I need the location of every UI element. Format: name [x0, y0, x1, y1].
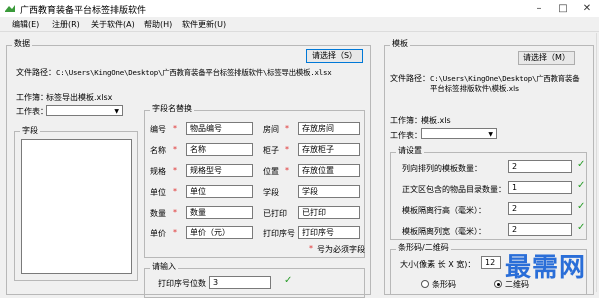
required-star: *	[173, 166, 177, 175]
radio-qrcode[interactable]	[494, 280, 502, 288]
name-label-unit: 单位	[150, 188, 166, 197]
template-path-line2: 平台标签排版软件\模板.xls	[430, 84, 520, 93]
close-icon[interactable]: ✕	[575, 0, 599, 17]
barcode-group-legend: 条形码/二维码	[396, 243, 451, 253]
name-field-unit[interactable]: 单位	[186, 185, 253, 198]
workbook-value: 标签导出模板.xlsx	[46, 93, 113, 102]
chevron-down-icon: ▼	[114, 108, 119, 115]
maximize-icon[interactable]: □	[551, 0, 575, 17]
size-label: 大小(像素 长 X 宽)：	[400, 260, 476, 269]
required-star: *	[173, 145, 177, 154]
menu-update[interactable]: 软件更新(U)	[182, 19, 226, 30]
field-group-legend: 字段	[20, 126, 40, 136]
col-gap-field[interactable]: 2	[508, 223, 572, 236]
name-label-code: 编号	[150, 125, 166, 134]
radio-barcode-label: 条形码	[432, 280, 456, 289]
name-label-name: 名称	[150, 146, 166, 155]
name-label-price: 单价	[150, 229, 166, 238]
check-icon: ✓	[284, 275, 293, 286]
required-note-star: *	[309, 244, 313, 253]
check-icon: ✓	[577, 201, 586, 212]
title-bar: 广西教育装备平台标签排版软件 – □ ✕	[0, 0, 599, 17]
field-listbox[interactable]	[21, 139, 132, 274]
chevron-down-icon: ▼	[488, 131, 493, 138]
template-sheet-label: 工作表：	[390, 131, 422, 140]
menu-help[interactable]: 帮助(H)	[144, 19, 172, 30]
template-workbook-label: 工作簿：	[390, 116, 422, 125]
template-group-legend: 模板	[390, 39, 410, 49]
workbook-label: 工作簿：	[16, 93, 48, 102]
input-group-legend: 请输入	[150, 262, 178, 272]
app-icon	[5, 5, 15, 12]
name-label-qty: 数量	[150, 209, 166, 218]
window-title: 广西教育装备平台标签排版软件	[20, 6, 147, 16]
check-icon: ✓	[577, 159, 586, 170]
size-field[interactable]: 12	[481, 256, 501, 269]
name-field-room[interactable]: 存放房间	[298, 122, 360, 135]
menu-about[interactable]: 关于软件(A)	[91, 19, 135, 30]
name-field-cabinet[interactable]: 存放柜子	[298, 143, 360, 156]
print-digits-label: 打印序号位数	[158, 279, 206, 288]
required-star: *	[285, 166, 289, 175]
select-template-button[interactable]: 请选择（M）	[518, 51, 575, 65]
col-gap-label: 模板隔离列宽（毫米）：	[402, 227, 486, 236]
required-star: *	[173, 187, 177, 196]
required-star: *	[173, 124, 177, 133]
radio-barcode[interactable]	[421, 280, 429, 288]
template-workbook-value: 模板.xls	[421, 116, 451, 125]
required-star: *	[285, 124, 289, 133]
name-label-cabinet: 柜子	[263, 146, 279, 155]
name-field-stage[interactable]: 学段	[298, 185, 360, 198]
name-field-location[interactable]: 存放位置	[298, 164, 360, 177]
name-label-printed: 已打印	[263, 209, 287, 218]
required-note: 号为必须字段	[317, 245, 365, 254]
template-path-label: 文件路径：	[390, 74, 430, 83]
columns-count-field[interactable]: 2	[508, 160, 572, 173]
template-sheet-select[interactable]: ▼	[421, 128, 497, 139]
columns-count-label: 列向排列的模板数量：	[402, 164, 482, 173]
name-field-spec[interactable]: 规格型号	[186, 164, 253, 177]
sheet-select[interactable]: ▼	[46, 105, 123, 116]
name-field-price[interactable]: 单价（元）	[186, 226, 253, 239]
name-label-print-no: 打印序号	[263, 229, 295, 238]
name-field-printed[interactable]: 已打印	[298, 206, 360, 219]
print-digits-field[interactable]: 3	[209, 276, 271, 289]
required-star: *	[285, 145, 289, 154]
settings-group-legend: 请设置	[396, 146, 424, 156]
menu-bar: 编辑(E) 注册(R) 关于软件(A) 帮助(H) 软件更新(U)	[0, 17, 599, 32]
site-watermark: 最需网	[505, 253, 587, 283]
data-group-legend: 数据	[12, 39, 32, 49]
row-gap-field[interactable]: 2	[508, 202, 572, 215]
items-count-field[interactable]: 1	[508, 181, 572, 194]
name-label-room: 房间	[263, 125, 279, 134]
sheet-label: 工作表：	[16, 107, 48, 116]
required-star: *	[173, 208, 177, 217]
file-path-value: C:\Users\KingOne\Desktop\广西教育装备平台标签排版软件\…	[56, 68, 332, 77]
check-icon: ✓	[577, 180, 586, 191]
name-label-spec: 规格	[150, 167, 166, 176]
menu-register[interactable]: 注册(R)	[52, 19, 80, 30]
name-field-qty[interactable]: 数量	[186, 206, 253, 219]
name-field-print-no[interactable]: 打印序号	[298, 226, 360, 239]
name-label-stage: 学段	[263, 188, 279, 197]
name-label-location: 位置	[263, 167, 279, 176]
select-data-button[interactable]: 请选择（S）	[306, 49, 363, 63]
row-gap-label: 模板隔离行高（毫米）：	[402, 206, 486, 215]
names-group-legend: 字段名替换	[150, 104, 194, 114]
check-icon: ✓	[577, 222, 586, 233]
file-path-label: 文件路径：	[16, 68, 56, 77]
name-field-name[interactable]: 名称	[186, 143, 253, 156]
items-count-label: 正文区包含的物品目录数量：	[402, 185, 506, 194]
required-star: *	[173, 228, 177, 237]
menu-edit[interactable]: 编辑(E)	[12, 19, 39, 30]
minimize-icon[interactable]: –	[527, 0, 551, 17]
name-field-code[interactable]: 物品编号	[186, 122, 253, 135]
